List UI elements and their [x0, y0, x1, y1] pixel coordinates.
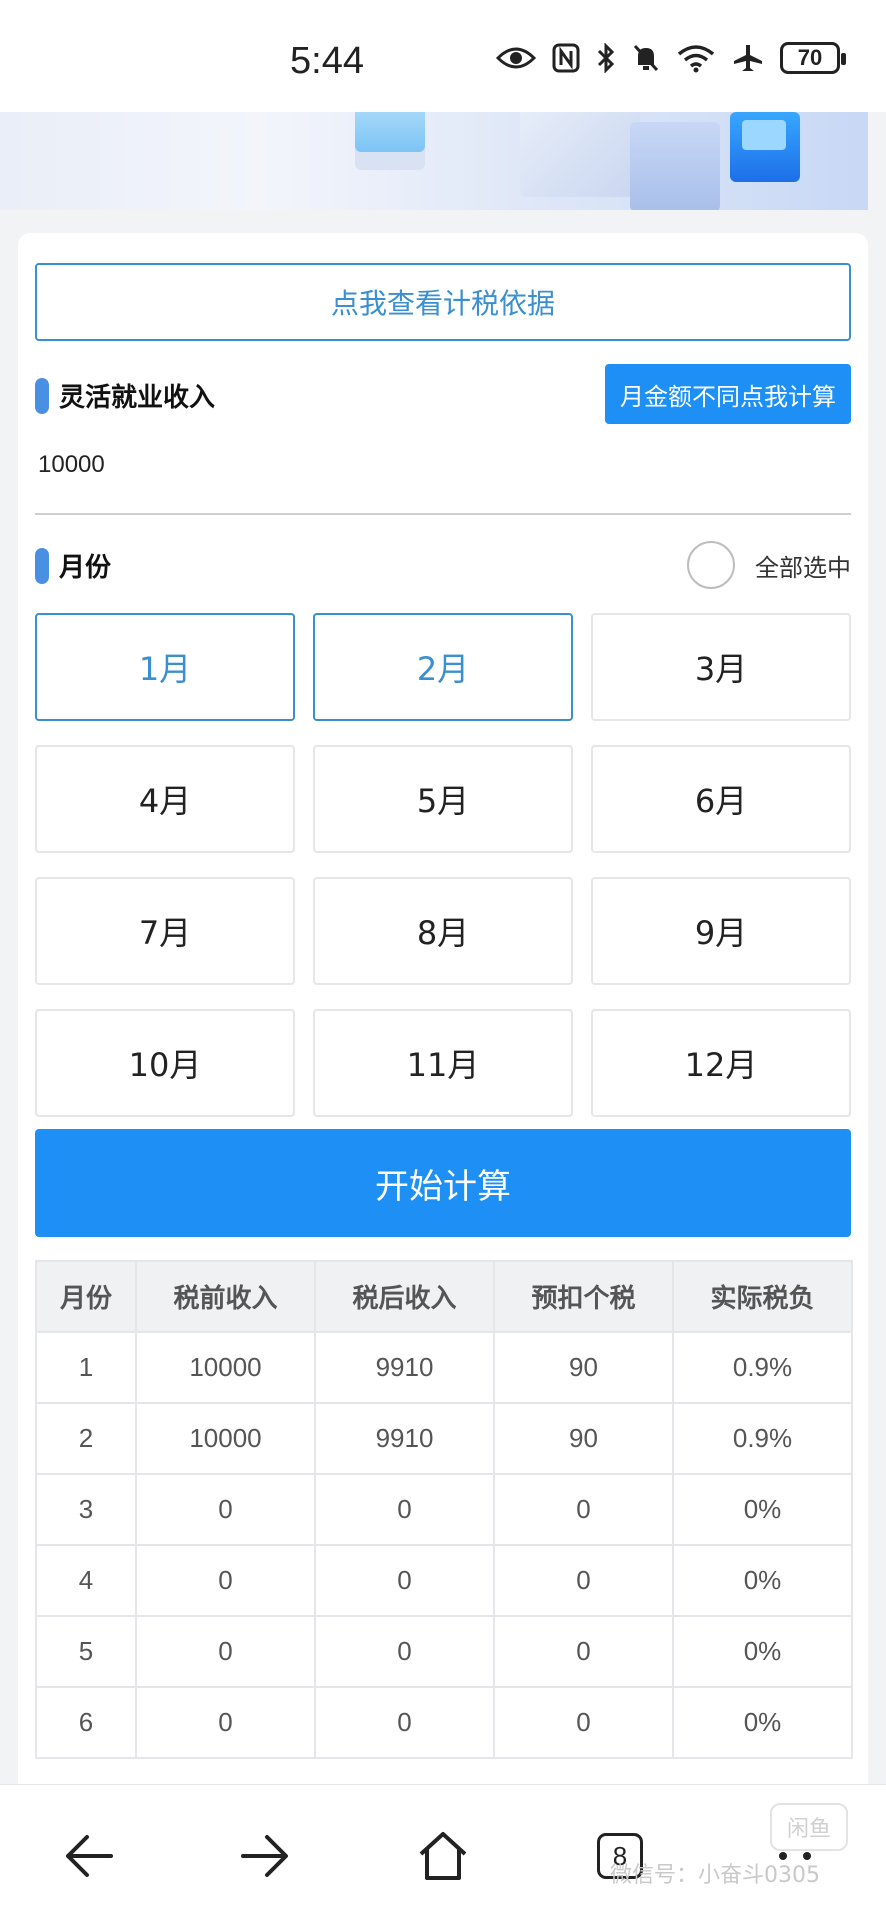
income-label: 灵活就业收入	[59, 383, 216, 413]
month-button[interactable]: 6月	[591, 745, 851, 853]
table-cell: 0	[314, 1473, 495, 1546]
table-cell: 0	[314, 1615, 495, 1688]
column-header: 税前收入	[135, 1260, 316, 1333]
table-cell: 4	[35, 1544, 137, 1617]
watermark-text: 微信号：小奋斗0305	[610, 1863, 820, 1888]
month-grid: 1月 2月 3月 4月 5月 6月 7月 8月 9月 10月 11月 12月	[35, 613, 851, 1117]
table-row: 6 0 0 0 0%	[35, 1686, 853, 1759]
monthly-diff-button[interactable]: 月金额不同点我计算	[605, 364, 851, 424]
income-input[interactable]: 10000	[38, 451, 105, 479]
table-cell: 90	[493, 1331, 674, 1404]
table-cell: 3	[35, 1473, 137, 1546]
table-cell: 9910	[314, 1402, 495, 1475]
table-header-row: 月份 税前收入 税后收入 预扣个税 实际税负	[35, 1260, 853, 1333]
bottom-nav-bar: 8 闲鱼 微信号：小奋斗0305	[0, 1784, 886, 1920]
table-cell: 1	[35, 1331, 137, 1404]
airplane-icon	[734, 45, 762, 71]
column-header: 实际税负	[672, 1260, 853, 1333]
table-row: 5 0 0 0 0%	[35, 1615, 853, 1688]
table-cell: 0	[493, 1473, 674, 1546]
month-button[interactable]: 7月	[35, 877, 295, 985]
month-button[interactable]: 2月	[313, 613, 573, 721]
table-cell: 0	[314, 1544, 495, 1617]
month-section-title: 月份	[35, 547, 111, 584]
month-button[interactable]: 8月	[313, 877, 573, 985]
bluetooth-icon	[597, 43, 615, 73]
forward-button[interactable]	[230, 1821, 300, 1891]
select-all-label: 全部选中	[755, 553, 851, 582]
table-cell: 0	[135, 1615, 316, 1688]
back-button[interactable]	[54, 1821, 124, 1891]
table-cell: 0	[493, 1615, 674, 1688]
watermark-logo: 闲鱼	[770, 1803, 848, 1851]
income-section-title: 灵活就业收入	[35, 377, 215, 414]
wifi-icon	[677, 45, 715, 73]
column-header: 月份	[35, 1260, 137, 1333]
status-time: 5:44	[290, 40, 364, 82]
table-cell: 0%	[672, 1473, 853, 1546]
month-label: 月份	[59, 553, 112, 583]
month-button[interactable]: 1月	[35, 613, 295, 721]
header-banner-image	[0, 112, 868, 210]
home-icon	[419, 1832, 467, 1880]
table-cell: 0	[493, 1544, 674, 1617]
month-button[interactable]: 4月	[35, 745, 295, 853]
month-button[interactable]: 11月	[313, 1009, 573, 1117]
table-cell: 0.9%	[672, 1331, 853, 1404]
section-bar-icon	[35, 377, 49, 414]
column-header: 预扣个税	[493, 1260, 674, 1333]
table-cell: 10000	[135, 1331, 316, 1404]
table-row: 3 0 0 0 0%	[35, 1473, 853, 1546]
month-button[interactable]: 12月	[591, 1009, 851, 1117]
table-cell: 0%	[672, 1615, 853, 1688]
table-cell: 0%	[672, 1686, 853, 1759]
income-input-underline	[35, 513, 851, 515]
table-cell: 0%	[672, 1544, 853, 1617]
result-table: 月份 税前收入 税后收入 预扣个税 实际税负 1 10000 9910 90 0…	[35, 1260, 853, 1759]
eye-icon	[496, 47, 536, 69]
table-cell: 6	[35, 1686, 137, 1759]
calculator-card: 点我查看计税依据 灵活就业收入 月金额不同点我计算 10000 月份 全部选中 …	[18, 233, 868, 1793]
table-cell: 0	[135, 1473, 316, 1546]
status-icons: 70	[496, 42, 846, 74]
view-tax-basis-button[interactable]: 点我查看计税依据	[35, 263, 851, 341]
table-cell: 0	[493, 1686, 674, 1759]
mute-bell-icon	[633, 44, 659, 72]
table-row: 4 0 0 0 0%	[35, 1544, 853, 1617]
column-header: 税后收入	[314, 1260, 495, 1333]
select-all-radio[interactable]	[687, 541, 735, 589]
table-cell: 9910	[314, 1331, 495, 1404]
month-button[interactable]: 5月	[313, 745, 573, 853]
table-cell: 0	[135, 1686, 316, 1759]
table-cell: 0.9%	[672, 1402, 853, 1475]
arrow-left-icon	[66, 1835, 113, 1877]
select-all-toggle[interactable]: 全部选中	[687, 541, 851, 589]
month-button[interactable]: 9月	[591, 877, 851, 985]
arrow-right-icon	[241, 1835, 288, 1877]
table-cell: 10000	[135, 1402, 316, 1475]
month-button[interactable]: 10月	[35, 1009, 295, 1117]
table-cell: 0	[135, 1544, 316, 1617]
table-row: 2 10000 9910 90 0.9%	[35, 1402, 853, 1475]
home-button[interactable]	[408, 1821, 478, 1891]
table-cell: 5	[35, 1615, 137, 1688]
battery-icon: 70	[780, 42, 846, 74]
table-cell: 0	[314, 1686, 495, 1759]
month-button[interactable]: 3月	[591, 613, 851, 721]
table-cell: 90	[493, 1402, 674, 1475]
section-bar-icon	[35, 547, 49, 584]
start-calculate-button[interactable]: 开始计算	[35, 1129, 851, 1237]
battery-level: 70	[797, 45, 823, 70]
status-bar: 5:44 70	[0, 0, 886, 112]
table-cell: 2	[35, 1402, 137, 1475]
table-row: 1 10000 9910 90 0.9%	[35, 1331, 853, 1404]
nfc-icon	[552, 43, 580, 73]
